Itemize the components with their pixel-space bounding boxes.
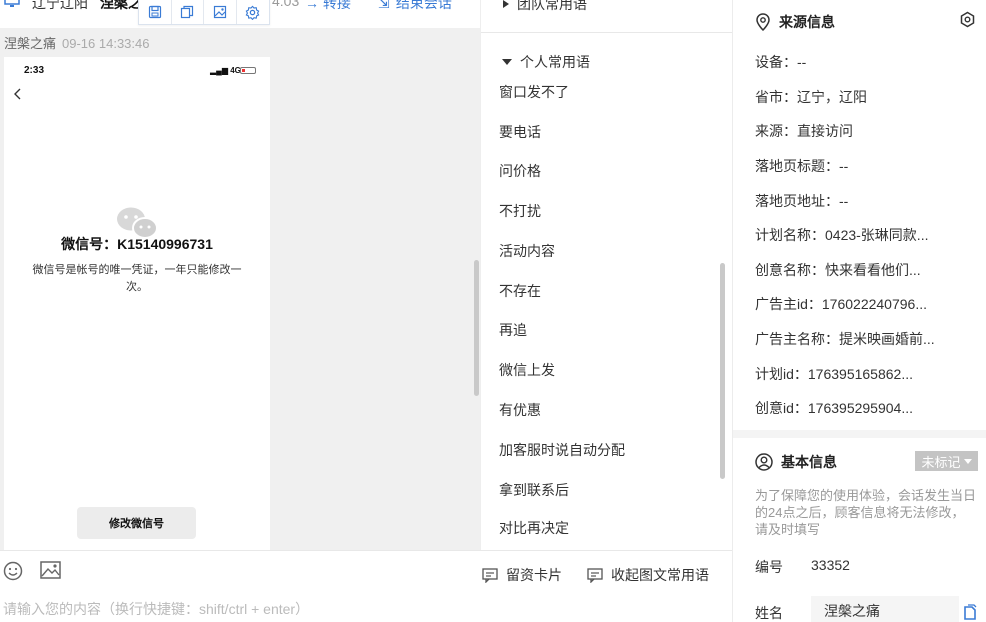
phone-signal: ▂▄▆ 4G bbox=[210, 66, 241, 75]
phrases-scrollbar[interactable] bbox=[720, 263, 725, 479]
send-image-button[interactable] bbox=[40, 561, 61, 582]
source-province-city: 省市：辽宁，辽阳 bbox=[755, 89, 867, 105]
phone-clock: 2:33 bbox=[24, 65, 45, 76]
source-info-header: 来源信息 bbox=[755, 12, 835, 32]
wechat-id-description: 微信号是帐号的唯一凭证，一年只能修改一次。 bbox=[32, 264, 242, 293]
tag-dropdown[interactable]: 未标记 bbox=[915, 451, 978, 471]
copy-name-button[interactable] bbox=[963, 604, 977, 622]
phrase-item[interactable]: 对比再决定 bbox=[499, 518, 569, 538]
caret-right-icon bbox=[503, 0, 509, 8]
plan-name: 计划名称：0423-张琳同款... bbox=[755, 227, 929, 243]
phrase-item[interactable]: 微信上发 bbox=[499, 360, 555, 380]
end-chat-label: 结束会话 bbox=[395, 0, 452, 11]
emoji-button[interactable] bbox=[3, 561, 23, 584]
image-toolbar bbox=[138, 0, 270, 25]
end-chat-button[interactable]: ⇲ 结束会话 bbox=[378, 0, 452, 13]
smiley-icon bbox=[3, 561, 23, 581]
caret-down-icon bbox=[502, 59, 512, 65]
phrase-item[interactable]: 活动内容 bbox=[499, 241, 555, 261]
customer-name-input[interactable] bbox=[811, 596, 959, 622]
caret-down-icon bbox=[963, 458, 972, 464]
phrase-item[interactable]: 不打扰 bbox=[499, 201, 541, 221]
message-composer: 留资卡片 收起图文常用语 bbox=[0, 550, 732, 622]
copy-icon bbox=[964, 604, 977, 620]
section-separator bbox=[733, 430, 986, 438]
save-icon bbox=[148, 5, 161, 19]
copy-image-button[interactable] bbox=[172, 0, 204, 24]
message-card-icon bbox=[482, 567, 498, 583]
source-info-title: 来源信息 bbox=[779, 14, 835, 30]
message-image[interactable]: 2:33 ▂▄▆ 4G 微信号：K15140996731 微信号是帐号的唯一凭证… bbox=[4, 57, 270, 550]
landing-page-title: 落地页标题：-- bbox=[755, 158, 849, 174]
phrase-item[interactable]: 加客服时说自动分配 bbox=[499, 440, 625, 460]
settings-icon bbox=[960, 11, 975, 28]
customer-id-value: 33352 bbox=[811, 557, 850, 573]
back-arrow-icon bbox=[12, 87, 24, 104]
image-icon bbox=[213, 5, 226, 19]
phrase-item[interactable]: 窗口发不了 bbox=[499, 82, 569, 102]
phrase-item[interactable]: 有优惠 bbox=[499, 400, 541, 420]
common-phrases-panel: 团队常用语 个人常用语 窗口发不了 要电话 问价格 不打扰 活动内容 不存在 再… bbox=[480, 0, 732, 550]
lead-card-button[interactable]: 留资卡片 bbox=[482, 565, 562, 585]
advertiser-id: 广告主id：176022240796... bbox=[755, 296, 927, 312]
transfer-button[interactable]: → 转接 bbox=[305, 0, 351, 13]
plan-id: 计划id：176395165862... bbox=[755, 366, 913, 382]
landing-page-url: 落地页地址：-- bbox=[755, 193, 849, 209]
phrase-item[interactable]: 要电话 bbox=[499, 122, 541, 142]
source-device: 设备：-- bbox=[755, 54, 807, 70]
basic-info-header: 基本信息 bbox=[755, 452, 837, 472]
monitor-icon bbox=[4, 0, 20, 8]
phrase-item[interactable]: 不存在 bbox=[499, 281, 541, 301]
customer-id-label: 编号 bbox=[755, 559, 783, 575]
phrase-item[interactable]: 再追 bbox=[499, 320, 527, 340]
source-settings-button[interactable] bbox=[959, 11, 976, 31]
save-button[interactable] bbox=[139, 0, 172, 24]
customer-name-label: 姓名 bbox=[755, 605, 783, 621]
message-sender: 涅槃之痛 bbox=[4, 36, 57, 51]
visitor-region: 辽宁辽阳 bbox=[32, 0, 88, 11]
location-pin-icon bbox=[756, 13, 770, 31]
lead-card-label: 留资卡片 bbox=[506, 567, 562, 583]
preview-image-button[interactable] bbox=[204, 0, 237, 24]
group-divider bbox=[481, 32, 732, 33]
collapse-phrases-label: 收起图文常用语 bbox=[611, 567, 709, 583]
creative-name: 创意名称：快来看看他们... bbox=[755, 262, 921, 278]
user-circle-icon bbox=[755, 453, 773, 471]
phrase-item[interactable]: 问价格 bbox=[499, 161, 541, 181]
personal-phrases-group[interactable]: 个人常用语 bbox=[502, 52, 590, 72]
personal-phrases-label: 个人常用语 bbox=[520, 54, 590, 70]
chat-messages[interactable]: 涅槃之痛 09-16 14:33:46 2:33 ▂▄▆ 4G 微信号：K1514… bbox=[0, 28, 480, 550]
message-meta: 涅槃之痛 09-16 14:33:46 bbox=[4, 33, 149, 52]
tag-label: 未标记 bbox=[921, 454, 961, 470]
wechat-id: 微信号：K15140996731 bbox=[61, 236, 213, 252]
copy-icon bbox=[181, 5, 194, 19]
message-card-icon bbox=[587, 567, 603, 583]
battery-icon bbox=[240, 67, 256, 74]
modify-wechat-id-button: 修改微信号 bbox=[77, 507, 196, 539]
creative-id: 创意id：176395295904... bbox=[755, 400, 913, 416]
collapse-phrases-button[interactable]: 收起图文常用语 bbox=[587, 565, 709, 585]
basic-info-title: 基本信息 bbox=[781, 454, 837, 470]
edit-notice: 为了保障您的使用体验，会话发生当日的24点之后，顾客信息将无法修改，请及时填写 bbox=[755, 488, 977, 537]
team-phrases-group[interactable]: 团队常用语 bbox=[503, 0, 587, 14]
customer-info-panel: 来源信息 设备：-- 省市：辽宁，辽阳 来源：直接访问 落地页标题：-- 落地页… bbox=[732, 0, 986, 622]
advertiser-name: 广告主名称：提米映画婚前... bbox=[755, 331, 935, 347]
picture-icon bbox=[40, 561, 61, 579]
chat-duration: 4:03 bbox=[272, 0, 300, 9]
gear-icon bbox=[245, 5, 260, 20]
phrase-item[interactable]: 拿到联系后 bbox=[499, 480, 569, 500]
image-settings-button[interactable] bbox=[237, 0, 269, 24]
message-input[interactable] bbox=[3, 601, 703, 617]
source-channel: 来源：直接访问 bbox=[755, 123, 853, 139]
message-time: 09-16 14:33:46 bbox=[62, 36, 150, 51]
chat-scrollbar[interactable] bbox=[474, 260, 479, 396]
exit-icon: ⇲ bbox=[378, 0, 390, 11]
visitor-name: 涅槃之 bbox=[100, 0, 142, 11]
team-phrases-label: 团队常用语 bbox=[517, 0, 587, 12]
